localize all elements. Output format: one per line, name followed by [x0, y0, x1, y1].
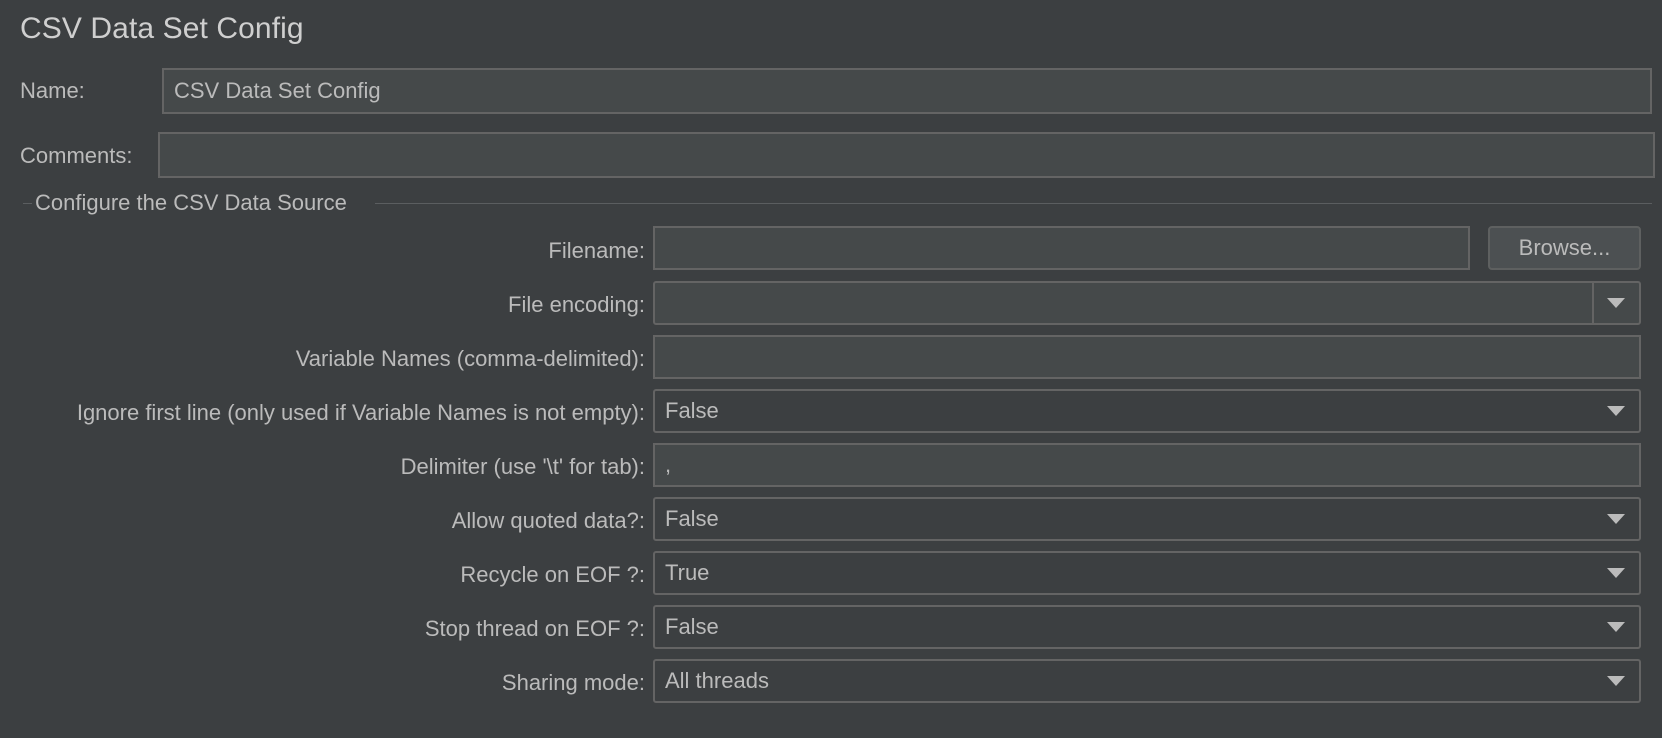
name-field[interactable]: CSV Data Set Config: [162, 68, 1652, 114]
page-title: CSV Data Set Config: [20, 12, 304, 45]
stop-thread-eof-label: Stop thread on EOF ?:: [424, 616, 645, 641]
browse-button[interactable]: Browse...: [1488, 226, 1641, 270]
file-encoding-label: File encoding:: [508, 292, 645, 317]
chevron-down-icon[interactable]: [1607, 568, 1625, 578]
comments-label: Comments:: [20, 143, 133, 168]
chevron-down-icon[interactable]: [1607, 406, 1625, 416]
chevron-down-icon[interactable]: [1607, 514, 1625, 524]
group-border-right: [375, 203, 1652, 204]
allow-quoted-label: Allow quoted data?:: [451, 508, 645, 533]
name-label: Name:: [20, 78, 85, 103]
group-title: Configure the CSV Data Source: [33, 190, 349, 216]
sharing-mode-label: Sharing mode:: [501, 670, 645, 695]
allow-quoted-value: False: [665, 506, 719, 531]
stop-thread-eof-select[interactable]: False: [653, 605, 1641, 649]
ignore-first-line-select[interactable]: False: [653, 389, 1641, 433]
sharing-mode-select[interactable]: All threads: [653, 659, 1641, 703]
chevron-down-icon[interactable]: [1607, 298, 1625, 308]
recycle-eof-value: True: [665, 560, 710, 585]
allow-quoted-select[interactable]: False: [653, 497, 1641, 541]
chevron-down-icon[interactable]: [1607, 676, 1625, 686]
csv-data-set-config-panel: CSV Data Set Config Name: CSV Data Set C…: [0, 0, 1662, 738]
combo-divider: [1592, 283, 1594, 323]
delimiter-label: Delimiter (use '\t' for tab):: [400, 454, 645, 479]
file-encoding-combo[interactable]: [653, 281, 1641, 325]
variable-names-field[interactable]: [653, 335, 1641, 379]
ignore-first-line-value: False: [665, 398, 719, 423]
filename-label: Filename:: [548, 238, 645, 263]
filename-field[interactable]: [653, 226, 1470, 270]
recycle-eof-select[interactable]: True: [653, 551, 1641, 595]
variable-names-label: Variable Names (comma-delimited):: [295, 346, 645, 371]
chevron-down-icon[interactable]: [1607, 622, 1625, 632]
group-border-left: [23, 203, 32, 204]
stop-thread-eof-value: False: [665, 614, 719, 639]
recycle-eof-label: Recycle on EOF ?:: [460, 562, 645, 587]
sharing-mode-value: All threads: [665, 668, 769, 693]
delimiter-field[interactable]: ,: [653, 443, 1641, 487]
comments-field[interactable]: [158, 132, 1655, 178]
ignore-first-line-label: Ignore first line (only used if Variable…: [76, 400, 645, 425]
